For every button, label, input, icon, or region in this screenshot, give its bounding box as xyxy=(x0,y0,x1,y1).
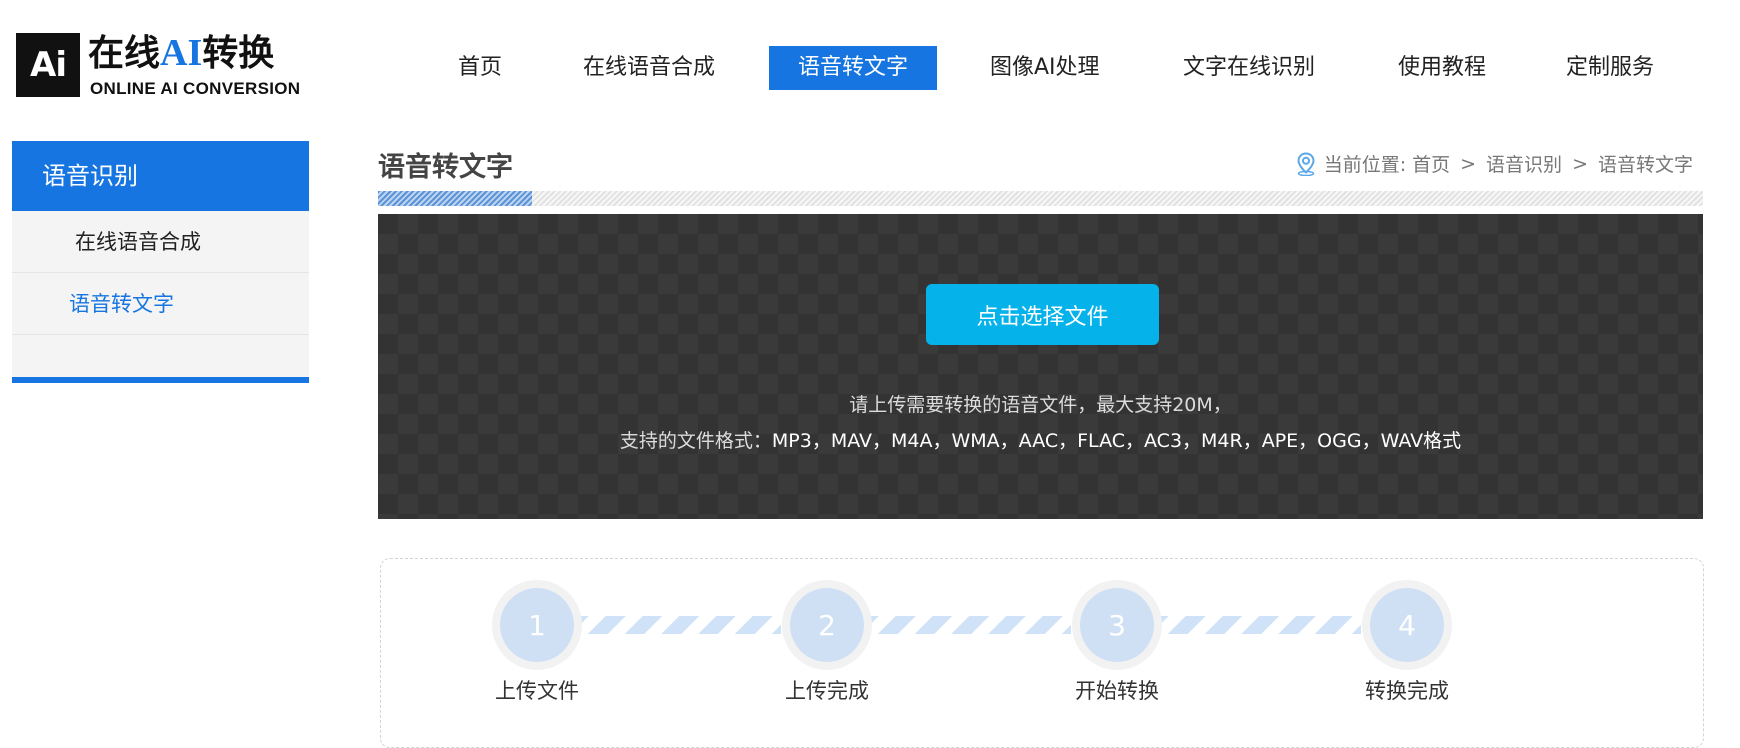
step-4-number: 4 xyxy=(1370,588,1444,662)
sidebar-item-speech-synthesis[interactable]: 在线语音合成 xyxy=(12,211,309,273)
step-4-circle: 4 xyxy=(1362,580,1452,670)
breadcrumb-home[interactable]: 首页 xyxy=(1412,150,1450,177)
breadcrumb: 当前位置: 首页 > 语音识别 > 语音转文字 xyxy=(1296,150,1693,177)
step-connector xyxy=(569,616,781,634)
sidebar-title: 语音识别 xyxy=(12,141,309,211)
step-2-circle: 2 xyxy=(782,580,872,670)
step-3-label: 开始转换 xyxy=(1075,679,1159,703)
sidebar-item-speech-to-text[interactable]: 语音转文字 xyxy=(12,273,309,335)
conversion-steps: 1 2 3 4 上传文件 上传完成 开始转换 转换完成 xyxy=(380,558,1704,748)
upload-hint-size: 请上传需要转换的语音文件，最大支持20M， xyxy=(849,394,1232,416)
step-3-number: 3 xyxy=(1080,588,1154,662)
breadcrumb-prefix: 当前位置: xyxy=(1323,154,1407,176)
page-title: 语音转文字 xyxy=(378,152,513,183)
step-2-number: 2 xyxy=(790,588,864,662)
step-1-circle: 1 xyxy=(492,580,582,670)
breadcrumb-separator: > xyxy=(1572,152,1588,175)
step-connector xyxy=(1149,616,1361,634)
nav-item-home[interactable]: 首页 xyxy=(458,46,502,90)
step-1-label: 上传文件 xyxy=(495,679,579,703)
nav-item-image-ai[interactable]: 图像AI处理 xyxy=(990,46,1100,90)
step-4-label: 转换完成 xyxy=(1365,679,1449,703)
sidebar-bottom-bar xyxy=(12,377,309,383)
sidebar-list: 在线语音合成 语音转文字 xyxy=(12,211,309,377)
location-pin-icon xyxy=(1297,151,1315,176)
breadcrumb-speech-recognition[interactable]: 语音识别 xyxy=(1486,150,1562,177)
sidebar: 语音识别 在线语音合成 语音转文字 xyxy=(12,141,309,383)
nav-item-speech-to-text[interactable]: 语音转文字 xyxy=(769,46,937,90)
step-2-label: 上传完成 xyxy=(785,679,869,703)
breadcrumb-separator: > xyxy=(1460,152,1477,175)
nav-item-tutorial[interactable]: 使用教程 xyxy=(1398,46,1486,90)
step-1-number: 1 xyxy=(500,588,574,662)
step-connector xyxy=(859,616,1071,634)
nav-item-custom-service[interactable]: 定制服务 xyxy=(1566,46,1654,90)
main-nav: 首页 在线语音合成 语音转文字 图像AI处理 文字在线识别 使用教程 定制服务 xyxy=(0,46,1740,90)
select-file-button[interactable]: 点击选择文件 xyxy=(926,284,1159,345)
nav-item-speech-synthesis[interactable]: 在线语音合成 xyxy=(583,46,715,90)
breadcrumb-speech-to-text[interactable]: 语音转文字 xyxy=(1598,150,1693,177)
upload-area[interactable]: 点击选择文件 请上传需要转换的语音文件，最大支持20M， 支持的文件格式：MP3… xyxy=(378,214,1703,519)
nav-item-text-recognition[interactable]: 文字在线识别 xyxy=(1183,46,1315,90)
title-underline-bar xyxy=(378,191,1703,206)
upload-hint-formats-prefix: 支持的文件格式： xyxy=(619,430,772,452)
title-underline-accent xyxy=(378,191,532,206)
upload-hint-formats: 支持的文件格式：MP3，MAV，M4A，WMA，AAC，FLAC，AC3，M4R… xyxy=(378,426,1703,453)
upload-hint-formats-list: MP3，MAV，M4A，WMA，AAC，FLAC，AC3，M4R，APE，OGG… xyxy=(771,430,1462,452)
step-3-circle: 3 xyxy=(1072,580,1162,670)
